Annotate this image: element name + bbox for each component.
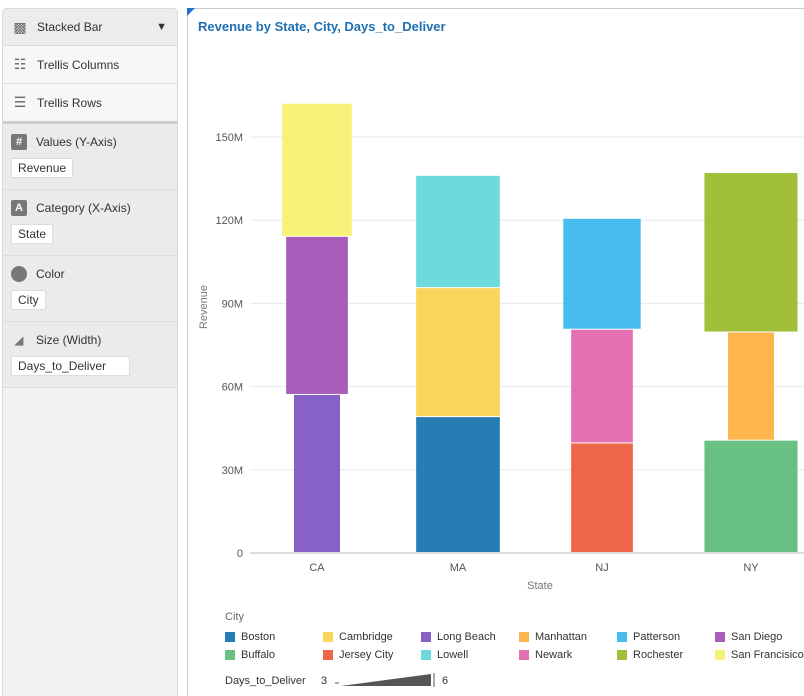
section-label: Color [36,267,65,281]
values-section: # Values (Y-Axis) Revenue [3,124,177,190]
legend-label: Manhattan [535,631,587,643]
legend-label: Lowell [437,649,469,661]
size-legend-min: 3 [321,675,328,687]
letter-a-icon: A [11,200,27,216]
legend-item[interactable]: Jersey City [323,649,393,661]
legend-label: Jersey City [339,649,394,661]
legend-swatch [617,650,627,660]
legend-swatch [421,632,431,642]
legend-item[interactable]: Long Beach [421,631,496,643]
chart-panel [187,8,804,696]
legend-swatch [519,650,529,660]
legend-label: San Diego [731,631,783,643]
legend-item[interactable]: Cambridge [323,631,393,643]
legend-swatch [323,632,333,642]
legend-label: Boston [241,631,276,643]
size-section: ◢ Size (Width) Days_to_Deliver [3,322,177,388]
legend-swatch [421,650,431,660]
legend-item[interactable]: Newark [519,649,572,661]
legend-label: Long Beach [437,631,496,643]
chart-type-label: Stacked Bar [37,20,103,34]
size-icon: ◢ [14,334,24,347]
legend-item[interactable]: San Francisico [715,649,804,661]
chart-title: Revenue by State, City, Days_to_Deliver [198,19,446,34]
size-legend-title: Days_to_Deliver [225,675,306,687]
section-label: Size (Width) [36,333,102,347]
trellis-rows-label: Trellis Rows [37,95,102,110]
legend-item[interactable]: Boston [225,631,275,643]
legend-item[interactable]: Patterson [617,631,680,643]
category-section: A Category (X-Axis) State [3,190,177,256]
legend-swatch [617,632,627,642]
legend-label: Patterson [633,631,681,643]
legend-swatch [519,632,529,642]
legend-item[interactable]: Buffalo [225,649,275,661]
chart-type-dropdown[interactable]: ▩ Stacked Bar ▼ [3,9,177,46]
trellis-rows[interactable]: ☰ Trellis Rows [3,84,177,124]
legend-swatch [225,650,235,660]
legend-swatch [225,632,235,642]
category-field[interactable]: State [11,224,54,244]
legend-swatch [715,632,725,642]
chevron-down-icon: ▼ [156,21,167,33]
trellis-columns[interactable]: ☷ Trellis Columns [3,46,177,84]
values-field[interactable]: Revenue [11,158,74,178]
legend-swatch [715,650,725,660]
legend-label: San Francisico [731,649,804,661]
size-legend-wedge [335,673,435,687]
legend-label: Newark [535,649,573,661]
bar-chart-icon: ▩ [13,18,27,35]
panel-corner [187,8,195,16]
trellis-columns-label: Trellis Columns [37,57,120,72]
size-legend-max: 6 [442,675,449,687]
size-field[interactable]: Days_to_Deliver [11,356,130,376]
color-section: Color City [3,256,177,322]
legend-item[interactable]: Rochester [617,649,683,661]
legend-item[interactable]: San Diego [715,631,782,643]
rows-icon: ☰ [13,94,27,110]
hash-icon: # [11,134,27,150]
section-label: Category (X-Axis) [36,201,131,215]
color-field[interactable]: City [11,290,46,310]
legend-label: Cambridge [339,631,393,643]
sidebar: ▩ Stacked Bar ▼ ☷ Trellis Columns ☰ Trel… [2,8,178,696]
legend-label: Buffalo [241,649,276,661]
legend-item[interactable]: Lowell [421,649,468,661]
section-label: Values (Y-Axis) [36,135,117,149]
legend-item[interactable]: Manhattan [519,631,587,643]
legend-title: City [225,611,244,623]
legend-swatch [323,650,333,660]
palette-icon [11,266,27,282]
columns-icon: ☷ [13,56,27,72]
legend-label: Rochester [633,649,684,661]
